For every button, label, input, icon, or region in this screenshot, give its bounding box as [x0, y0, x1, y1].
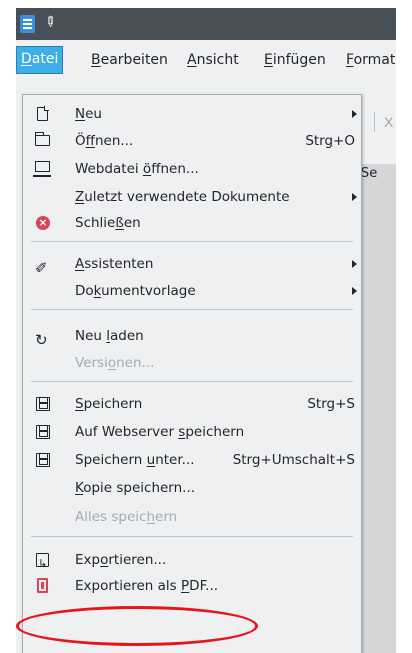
menu-item-label: Neu laden — [75, 328, 144, 344]
shortcut-label: Strg+S — [307, 396, 355, 412]
menu-item-schliessen[interactable]: × Schließen — [23, 210, 361, 236]
menu-item-assistenten[interactable]: ✐ Assistenten — [23, 251, 361, 277]
menu-ansicht-mnemonic: A — [187, 52, 197, 68]
menu-format[interactable]: Format — [342, 48, 396, 74]
menu-separator — [31, 536, 353, 537]
menu-separator — [31, 241, 353, 242]
menu-einfuegen[interactable]: Einfügen — [260, 48, 330, 74]
app-window: ✎ Datei Bearbeiten Ansicht Einfügen Form… — [16, 8, 396, 653]
menu-item-label: Kopie speichern... — [75, 480, 196, 496]
menu-format-label: ormat — [353, 52, 396, 68]
pin-icon[interactable]: ✎ — [39, 10, 64, 35]
new-document-icon — [37, 106, 49, 121]
web-file-icon — [33, 161, 51, 177]
menu-item-webdatei-oeffnen[interactable]: Webdatei öffnen... — [23, 156, 361, 182]
menu-item-label: Auf Webserver speichern — [75, 424, 245, 440]
menu-item-label: Dokumentvorlage — [75, 283, 196, 299]
menu-item-label: Öffnen... — [75, 133, 134, 149]
menu-item-exportieren[interactable]: Exportieren... — [23, 547, 361, 577]
submenu-arrow-icon — [352, 260, 357, 268]
menu-datei[interactable]: Datei — [16, 46, 64, 74]
export-icon — [36, 551, 49, 577]
menu-item-recent-documents[interactable]: Zuletzt verwendete Dokumente — [23, 184, 361, 210]
menu-bar: Datei Bearbeiten Ansicht Einfügen Format — [16, 40, 396, 78]
menu-item-label: Versionen... — [75, 355, 155, 371]
menu-item-webserver-speichern[interactable]: Auf Webserver speichern — [23, 419, 361, 445]
menu-item-dokumentvorlage[interactable]: Dokumentvorlage — [23, 278, 361, 304]
menu-separator — [31, 309, 353, 310]
menu-item-label: Schließen — [75, 215, 141, 231]
export-pdf-icon — [37, 578, 48, 593]
menu-ansicht-label: nsicht — [196, 52, 239, 68]
menu-item-exportieren-als-pdf[interactable]: Exportieren als PDF... — [23, 573, 361, 599]
menu-item-neu-laden[interactable]: ↻ Neu laden — [23, 323, 361, 349]
menu-item-label: Exportieren... — [75, 552, 167, 568]
save-as-icon — [36, 453, 50, 467]
menu-item-speichern[interactable]: Speichern Strg+S — [23, 391, 361, 417]
submenu-arrow-icon — [352, 193, 357, 201]
menu-item-label: Assistenten — [75, 256, 154, 272]
menu-item-label: Speichern — [75, 396, 143, 412]
title-bar: ✎ — [16, 8, 396, 40]
menu-item-label: Webdatei öffnen... — [75, 161, 199, 177]
menu-bearbeiten-mnemonic: B — [91, 52, 101, 68]
menu-einfuegen-label: infügen — [272, 52, 326, 68]
menu-item-label: Neu — [75, 106, 102, 122]
app-icon — [20, 15, 35, 33]
menu-item-alles-speichern: Alles speichern — [23, 504, 361, 530]
menu-ansicht[interactable]: Ansicht — [183, 48, 243, 74]
menu-format-mnemonic: F — [346, 52, 354, 68]
save-icon — [36, 397, 50, 411]
submenu-arrow-icon — [352, 110, 357, 118]
close-icon: × — [36, 216, 50, 230]
menu-item-oeffnen[interactable]: Öffnen... Strg+O — [23, 128, 361, 154]
menu-separator — [31, 381, 353, 382]
menu-item-label: Alles speichern — [75, 509, 178, 525]
menu-datei-mnemonic: D — [21, 51, 32, 67]
toolbar-separator — [374, 112, 375, 132]
datei-menu: Neu Öffnen... Strg+O Webdatei öffnen... … — [22, 94, 362, 653]
menu-item-neu[interactable]: Neu — [23, 101, 361, 127]
menu-bearbeiten[interactable]: Bearbeiten — [87, 48, 172, 74]
cut-icon[interactable]: X — [384, 114, 393, 130]
menu-item-label: Zuletzt verwendete Dokumente — [75, 189, 290, 205]
menu-item-label: Speichern unter... — [75, 452, 195, 468]
menu-datei-label: atei — [31, 51, 59, 67]
folder-open-icon — [34, 132, 50, 146]
submenu-arrow-icon — [352, 287, 357, 295]
menu-einfuegen-mnemonic: E — [264, 52, 273, 68]
menu-item-speichern-unter[interactable]: Speichern unter... Strg+Umschalt+S — [23, 447, 361, 473]
shortcut-label: Strg+Umschalt+S — [232, 452, 355, 468]
save-remote-icon — [36, 425, 50, 439]
menu-item-label: Exportieren als PDF... — [75, 578, 219, 594]
menu-item-kopie-speichern[interactable]: Kopie speichern... — [23, 475, 361, 501]
shortcut-label: Strg+O — [305, 133, 355, 149]
menu-bearbeiten-label: earbeiten — [100, 52, 168, 68]
menu-item-versionen: Versionen... — [23, 350, 361, 376]
